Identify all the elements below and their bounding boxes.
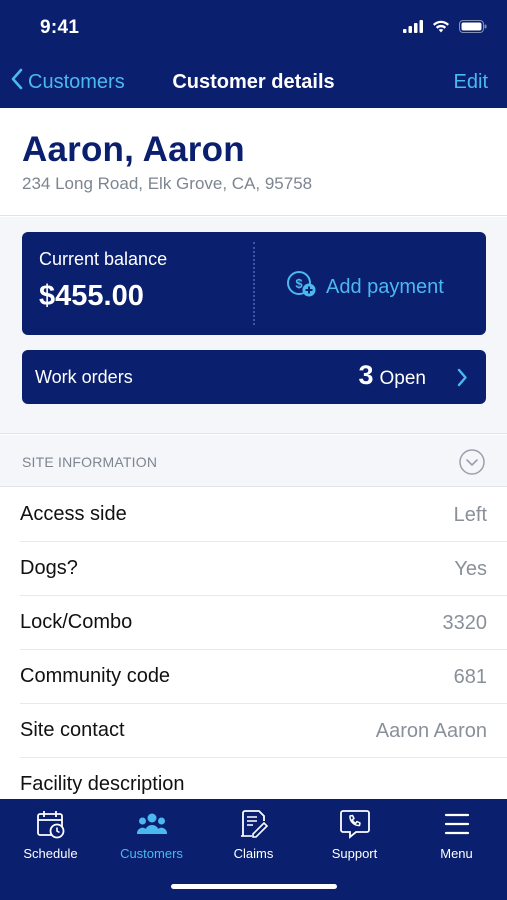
row-label: Site contact — [20, 719, 125, 741]
site-info-row-lock-combo: Lock/Combo 3320 — [20, 596, 507, 650]
nav-bar: Customers Customer details Edit — [0, 56, 507, 108]
row-label: Lock/Combo — [20, 611, 133, 633]
site-info-row-community-code: Community code 681 — [20, 650, 507, 704]
status-icons — [403, 20, 487, 38]
edit-button[interactable]: Edit — [454, 71, 488, 94]
row-label: Access side — [20, 503, 127, 525]
site-info-row-dogs: Dogs? Yes — [20, 542, 507, 596]
tab-label: Schedule — [23, 846, 78, 861]
customer-header: Aaron, Aaron 234 Long Road, Elk Grove, C… — [0, 108, 507, 216]
customer-name: Aaron, Aaron — [22, 130, 245, 169]
home-indicator[interactable] — [171, 884, 337, 889]
tab-claims[interactable]: Claims — [203, 807, 304, 861]
battery-icon — [459, 20, 487, 38]
site-info-row-site-contact: Site contact Aaron Aaron — [20, 704, 507, 758]
site-info-header[interactable]: SITE INFORMATION — [0, 435, 507, 487]
row-value: 3320 — [442, 612, 488, 634]
tab-label: Menu — [440, 846, 473, 861]
calendar-clock-icon — [0, 807, 101, 841]
row-label: Community code — [20, 665, 171, 687]
top-bar: 9:41 Customers Customer details Edit — [0, 0, 507, 108]
work-orders-row[interactable]: Work orders 3 Open — [22, 350, 486, 404]
add-payment-icon: $ — [286, 270, 326, 304]
work-orders-number: 3 — [358, 360, 374, 390]
svg-text:$: $ — [295, 276, 303, 291]
tab-support[interactable]: Support — [304, 807, 405, 861]
balance-divider — [253, 242, 255, 325]
tab-label: Claims — [233, 846, 274, 861]
balance-label: Current balance — [39, 249, 168, 269]
collapse-chevron-icon[interactable] — [459, 449, 485, 480]
site-info-title: SITE INFORMATION — [22, 454, 158, 470]
site-info-list: Access side Left Dogs? Yes Lock/Combo 33… — [0, 488, 507, 812]
row-value: Left — [453, 504, 487, 526]
people-icon — [101, 807, 202, 841]
work-orders-status: Open — [379, 368, 426, 389]
wifi-icon — [432, 20, 450, 38]
status-bar: 9:41 — [0, 0, 507, 56]
page-title: Customer details — [172, 71, 335, 93]
balance-card: Current balance $455.00 $ Add payment — [22, 232, 486, 335]
site-info-row-access-side: Access side Left — [20, 488, 507, 542]
chevron-right-icon — [456, 368, 468, 392]
phone-chat-icon — [304, 807, 405, 841]
tab-menu[interactable]: Menu — [406, 807, 507, 861]
tab-schedule[interactable]: Schedule — [0, 807, 101, 861]
row-label: Facility description — [20, 773, 185, 795]
row-label: Dogs? — [20, 557, 78, 579]
document-icon — [203, 807, 304, 841]
work-orders-label: Work orders — [35, 367, 133, 387]
work-orders-count: 3 Open — [358, 360, 426, 391]
add-payment-button[interactable]: $ Add payment — [286, 270, 444, 304]
signal-icon — [403, 20, 423, 38]
balance-amount: $455.00 — [39, 280, 144, 312]
status-time: 9:41 — [40, 17, 80, 38]
row-value: 681 — [453, 666, 487, 688]
add-payment-label: Add payment — [326, 275, 444, 298]
row-value: Yes — [454, 558, 487, 580]
summary-cards: Current balance $455.00 $ Add payment Wo… — [0, 217, 507, 434]
tab-customers[interactable]: Customers — [101, 807, 202, 861]
row-value: Aaron Aaron — [375, 720, 487, 742]
tab-label: Support — [331, 846, 378, 861]
hamburger-icon — [406, 807, 507, 841]
customer-address: 234 Long Road, Elk Grove, CA, 95758 — [22, 174, 313, 193]
tab-label: Customers — [120, 846, 183, 861]
